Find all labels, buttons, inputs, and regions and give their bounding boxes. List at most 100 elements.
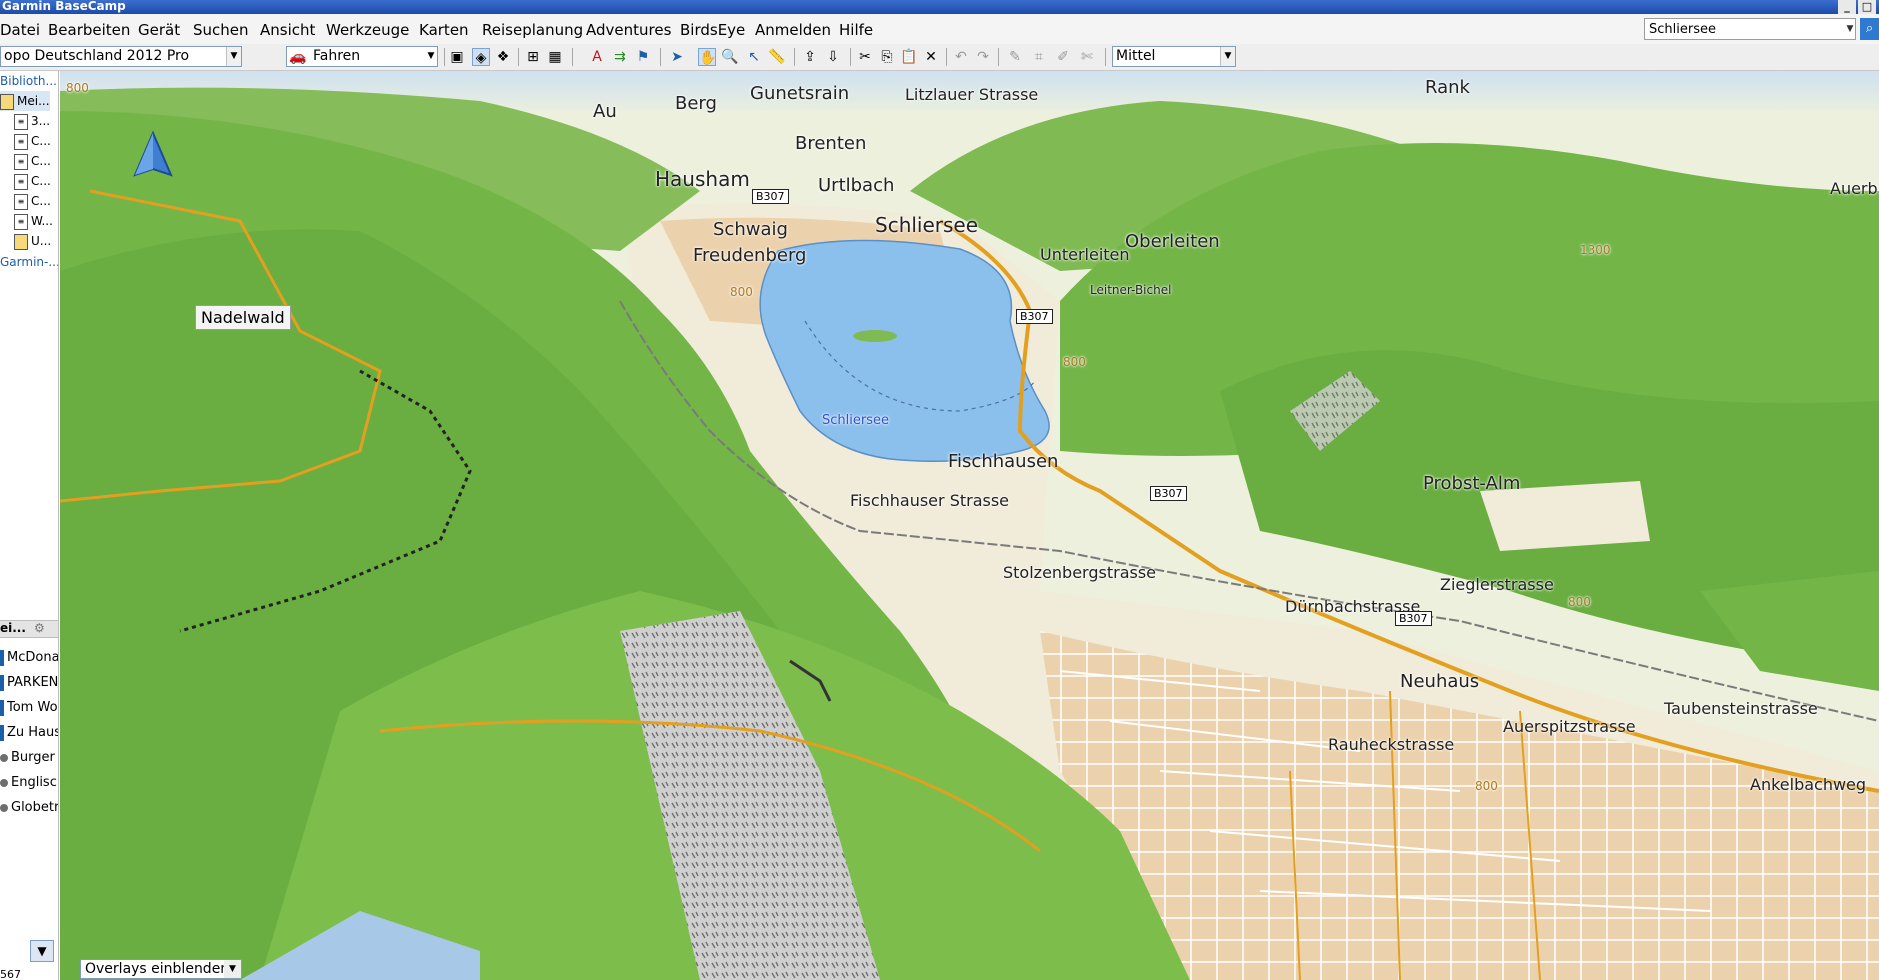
library-item[interactable]: ≡ W... bbox=[14, 211, 53, 231]
detail-dropdown-icon[interactable]: ▼ bbox=[1220, 47, 1235, 66]
library-item[interactable]: Mei... bbox=[0, 91, 50, 111]
search-input[interactable]: Schliersee bbox=[1644, 18, 1856, 40]
select-tool-icon[interactable]: ➤ bbox=[668, 48, 686, 66]
list-icon: ≡ bbox=[14, 153, 28, 170]
menu-datei[interactable]: Datei bbox=[0, 21, 40, 39]
overlays-select[interactable]: Overlays einblenden bbox=[80, 959, 242, 979]
menu-karten[interactable]: Karten bbox=[419, 21, 469, 39]
divide-tool-icon[interactable]: ✄ bbox=[1078, 48, 1096, 66]
overlays-dropdown-icon[interactable]: ▼ bbox=[224, 960, 241, 978]
search-go-icon[interactable]: ⌕ bbox=[1860, 18, 1879, 40]
list-panel-header: ei... ⚙ bbox=[0, 620, 58, 638]
library-item[interactable]: ≡ C... bbox=[14, 191, 51, 211]
contour-label: 800 bbox=[66, 81, 89, 95]
menu-adventures[interactable]: Adventures bbox=[586, 21, 671, 39]
list-item[interactable]: Zu Haus bbox=[0, 721, 58, 745]
2d-view-icon[interactable]: ▣ bbox=[448, 48, 466, 66]
place-label: Taubensteinstrasse bbox=[1664, 699, 1818, 718]
track-icon[interactable]: ⇉ bbox=[611, 48, 629, 66]
copy-icon[interactable]: ⎘ bbox=[878, 48, 896, 66]
pan-hand-icon[interactable]: ✋ bbox=[698, 48, 716, 66]
title-bar: Garmin BaseCamp _ □ bbox=[0, 0, 1879, 14]
measure-icon[interactable]: 📏 bbox=[768, 48, 786, 66]
place-label: Stolzenbergstrasse bbox=[1003, 563, 1157, 582]
3d-view-icon[interactable]: ◈ bbox=[472, 48, 490, 66]
waypoint-icon[interactable]: ⚑ bbox=[634, 48, 652, 66]
library-item[interactable]: ≡ C... bbox=[14, 151, 51, 171]
library-item[interactable]: ≡ 3... bbox=[14, 111, 50, 131]
place-label: Schliersee bbox=[875, 213, 979, 237]
waypoint-icon bbox=[0, 724, 4, 741]
receive-from-device-icon[interactable]: ⇩ bbox=[824, 48, 842, 66]
menu-ansicht[interactable]: Ansicht bbox=[260, 21, 315, 39]
list-item[interactable]: McDona bbox=[0, 646, 58, 670]
maximize-button[interactable]: □ bbox=[1858, 0, 1876, 14]
profile-dropdown-icon[interactable]: ▼ bbox=[424, 47, 438, 66]
list-item[interactable]: Burger K bbox=[0, 746, 58, 770]
zoom-icon[interactable]: 🔍 bbox=[721, 48, 739, 66]
folder-icon bbox=[14, 233, 28, 250]
redo-icon[interactable]: ↷ bbox=[974, 48, 992, 66]
library-header[interactable]: Biblioth... bbox=[0, 71, 57, 91]
library-item[interactable]: U... bbox=[14, 231, 51, 251]
folder-icon bbox=[0, 93, 14, 110]
place-label: Freudenberg bbox=[693, 245, 807, 266]
menu-anmelden[interactable]: Anmelden bbox=[755, 21, 831, 39]
grid-icon[interactable]: ▦ bbox=[546, 48, 564, 66]
route-icon[interactable]: A bbox=[588, 48, 606, 66]
layout-icon[interactable]: ⊞ bbox=[524, 48, 542, 66]
profile-select[interactable]: Fahren bbox=[286, 46, 438, 67]
map-canvas[interactable] bbox=[60, 71, 1879, 980]
edit-tool-icon[interactable]: ✎ bbox=[1006, 48, 1024, 66]
place-label: Fischhausen bbox=[948, 451, 1059, 472]
send-to-device-icon[interactable]: ⇪ bbox=[801, 48, 819, 66]
undo-icon[interactable]: ↶ bbox=[952, 48, 970, 66]
status-text: 567 bbox=[0, 968, 21, 980]
menu-geraet[interactable]: Gerät bbox=[138, 21, 180, 39]
place-label: Neuhaus bbox=[1400, 671, 1480, 692]
list-item[interactable]: PARKEN bbox=[0, 671, 58, 695]
library-item[interactable]: Garmin-... bbox=[0, 252, 58, 272]
menu-reiseplanung[interactable]: Reiseplanung bbox=[482, 21, 583, 39]
menu-bearbeiten[interactable]: Bearbeiten bbox=[48, 21, 130, 39]
menu-birdseye[interactable]: BirdsEye bbox=[680, 21, 745, 39]
list-icon: ≡ bbox=[14, 113, 28, 130]
menu-hilfe[interactable]: Hilfe bbox=[839, 21, 873, 39]
search-dropdown-icon[interactable]: ▼ bbox=[1844, 19, 1856, 39]
detail-select[interactable]: Mittel bbox=[1112, 46, 1236, 67]
list-item[interactable]: Englisch bbox=[0, 771, 58, 795]
place-label: Schwaig bbox=[713, 219, 788, 240]
paste-icon[interactable]: 📋 bbox=[900, 48, 918, 66]
menu-bar: Datei Bearbeiten Gerät Suchen Ansicht We… bbox=[0, 14, 1879, 45]
contour-label: 800 bbox=[1475, 779, 1498, 793]
list-icon: ≡ bbox=[14, 173, 28, 190]
globe-view-icon[interactable]: ❖ bbox=[494, 48, 512, 66]
filter-icon[interactable]: ▼ bbox=[30, 940, 54, 962]
delete-icon[interactable]: ✕ bbox=[922, 48, 940, 66]
library-item[interactable]: ≡ C... bbox=[14, 171, 51, 191]
map-product-dropdown-icon[interactable]: ▼ bbox=[226, 47, 241, 66]
waypoint-icon bbox=[0, 674, 4, 691]
list-item[interactable]: Globetro bbox=[0, 796, 58, 820]
gear-icon[interactable]: ⚙ bbox=[34, 621, 45, 635]
select-arrow-icon[interactable]: ↖ bbox=[745, 48, 763, 66]
place-label: Berg bbox=[675, 93, 717, 114]
place-label: Gunetsrain bbox=[750, 83, 850, 104]
place-label: Unterleiten bbox=[1040, 245, 1130, 264]
list-item[interactable]: Tom Wo bbox=[0, 696, 58, 720]
erase-tool-icon[interactable]: ✐ bbox=[1054, 48, 1072, 66]
insert-tool-icon[interactable]: ⌗ bbox=[1030, 48, 1048, 66]
cut-icon[interactable]: ✂ bbox=[856, 48, 874, 66]
menu-suchen[interactable]: Suchen bbox=[193, 21, 249, 39]
contour-label: 800 bbox=[730, 285, 753, 299]
minimize-button[interactable]: _ bbox=[1838, 0, 1856, 14]
place-label: Probst-Alm bbox=[1423, 473, 1521, 494]
place-label: Brenten bbox=[795, 133, 867, 154]
library-item[interactable]: ≡ C... bbox=[14, 131, 51, 151]
contour-label: 1300 bbox=[1580, 243, 1611, 257]
place-label: Rauheckstrasse bbox=[1328, 735, 1455, 754]
map-view[interactable]: Rank Au Berg Gunetsrain Litzlauer Strass… bbox=[60, 71, 1879, 980]
map-product-select[interactable]: opo Deutschland 2012 Pro bbox=[0, 46, 242, 67]
menu-werkzeuge[interactable]: Werkzeuge bbox=[326, 21, 409, 39]
place-label: Auerb bbox=[1830, 179, 1878, 198]
